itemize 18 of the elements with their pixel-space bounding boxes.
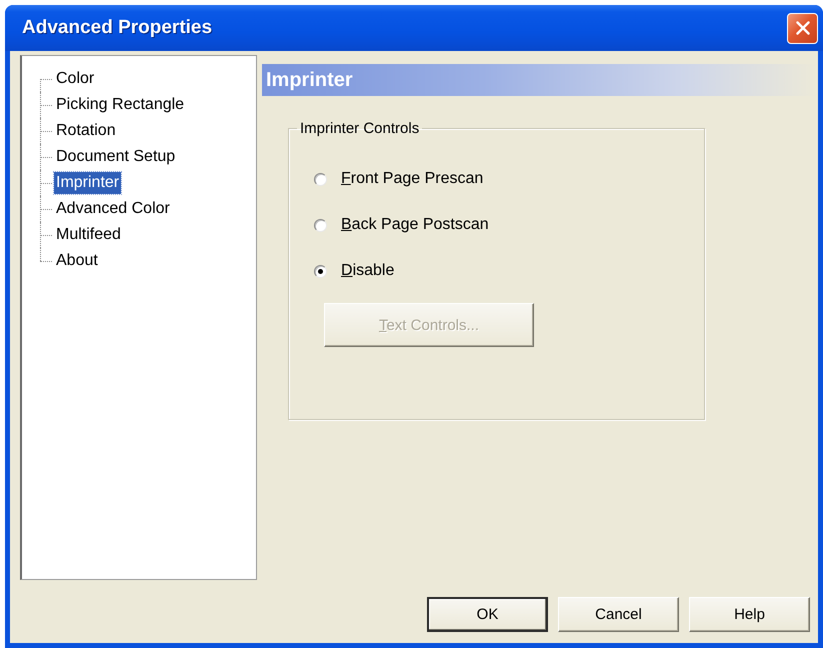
tree-item[interactable]: Color — [54, 68, 96, 90]
close-icon — [796, 21, 810, 35]
close-button[interactable] — [787, 12, 818, 44]
radio-option[interactable]: Disable — [314, 256, 394, 286]
tree-item[interactable]: Picking Rectangle — [54, 94, 186, 116]
tree-item[interactable]: Rotation — [54, 120, 118, 142]
radio-option[interactable]: Front Page Prescan — [314, 164, 484, 194]
dialog-button[interactable]: OK — [427, 597, 548, 632]
tree-item[interactable]: About — [54, 250, 100, 272]
dialog-button[interactable]: Cancel — [558, 597, 679, 632]
group-label: Imprinter Controls — [299, 120, 420, 137]
tree-item[interactable]: Document Setup — [54, 146, 178, 168]
radio-option[interactable]: Back Page Postscan — [314, 210, 489, 240]
dialog-button[interactable]: Help — [689, 597, 810, 632]
tree-item[interactable]: Imprinter — [54, 172, 122, 194]
window-title: Advanced Properties — [22, 17, 212, 39]
tree-item[interactable]: Multifeed — [54, 224, 123, 246]
tree-item[interactable]: Advanced Color — [54, 198, 172, 220]
